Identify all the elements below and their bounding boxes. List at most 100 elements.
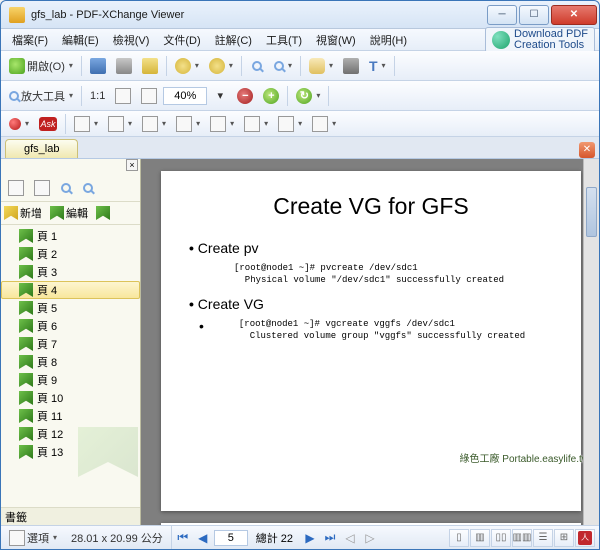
zoom-dd[interactable]: ▾: [209, 85, 231, 107]
last-page-button[interactable]: ⏭: [321, 529, 339, 547]
menu-help[interactable]: 說明(H): [363, 30, 414, 50]
forward-button[interactable]: ▷: [361, 529, 379, 547]
annot-6[interactable]: [240, 113, 272, 135]
annot-3[interactable]: [138, 113, 170, 135]
select-text-button[interactable]: T: [365, 55, 390, 77]
zoom-in-button[interactable]: +: [259, 85, 283, 107]
bookmark-list: 頁 1頁 2頁 3頁 4頁 5頁 6頁 7頁 8頁 9頁 10頁 11頁 12頁…: [1, 225, 140, 507]
bookmark-item[interactable]: 頁 5: [1, 299, 140, 317]
bookmark-goto-icon: [96, 206, 110, 220]
document-view[interactable]: Create VG for GFS Create pv [root@node1 …: [141, 159, 599, 525]
menu-document[interactable]: 文件(D): [156, 30, 207, 50]
bm-search-icon-2: [83, 183, 93, 193]
zoom-value-input[interactable]: [163, 87, 207, 105]
menu-comment[interactable]: 註解(C): [208, 30, 259, 50]
search-dd-button[interactable]: [270, 55, 296, 77]
next-page-button[interactable]: ▶: [301, 529, 319, 547]
redo-button[interactable]: [205, 55, 237, 77]
layout-facing-button[interactable]: ▯▯: [491, 529, 511, 547]
app-icon: [9, 7, 25, 23]
bullet-1: Create pv: [189, 240, 553, 256]
save-button[interactable]: [86, 55, 110, 77]
page-total-label: 總計 22: [250, 530, 299, 546]
find-button[interactable]: [246, 55, 268, 77]
bm-tool-4[interactable]: [78, 178, 98, 198]
text-icon: T: [369, 58, 378, 74]
back-button[interactable]: ◁: [341, 529, 359, 547]
bookmark-item[interactable]: 頁 2: [1, 245, 140, 263]
annot-5[interactable]: [206, 113, 238, 135]
close-button[interactable]: ✕: [551, 5, 597, 25]
page-number-input[interactable]: [214, 530, 248, 546]
annot-4[interactable]: [172, 113, 204, 135]
vertical-scrollbar[interactable]: [583, 159, 599, 525]
download-tools-badge[interactable]: Download PDF Creation Tools: [485, 27, 595, 53]
bookmark-item[interactable]: 頁 4: [1, 281, 140, 299]
bookmark-item[interactable]: 頁 3: [1, 263, 140, 281]
zoom-tool-label: 放大工具: [21, 88, 65, 104]
command-2: [root@node1 ~]# vgcreate vggfs /dev/sdc1…: [239, 318, 525, 342]
menu-tool[interactable]: 工具(T): [259, 30, 309, 50]
bookmark-icon: [19, 445, 33, 459]
options-button[interactable]: 選項: [5, 527, 61, 549]
add-bookmark-button[interactable]: 新增: [4, 205, 42, 221]
minimize-button[interactable]: ─: [487, 5, 517, 25]
bm-tool-2[interactable]: [30, 178, 54, 198]
zoom-out-button[interactable]: −: [233, 85, 257, 107]
bookmark-item[interactable]: 頁 6: [1, 317, 140, 335]
zoom-tool-button[interactable]: 放大工具: [5, 85, 77, 107]
rotate-icon: ↻: [296, 88, 312, 104]
goto-bookmark-button[interactable]: [96, 205, 110, 221]
command-1: [root@node1 ~]# pvcreate /dev/sdc1 Physi…: [234, 262, 553, 286]
download-tools-label: Download PDF Creation Tools: [514, 29, 588, 51]
annot-8[interactable]: [308, 113, 340, 135]
menu-file[interactable]: 檔案(F): [5, 30, 55, 50]
annot-1[interactable]: [70, 113, 102, 135]
annot-7[interactable]: [274, 113, 306, 135]
bookmark-item[interactable]: 頁 11: [1, 407, 140, 425]
layout-cont-button[interactable]: ▥: [470, 529, 490, 547]
maximize-button[interactable]: ☐: [519, 5, 549, 25]
edit-bookmark-button[interactable]: 編輯: [50, 205, 88, 221]
hand-tool-button[interactable]: [305, 55, 337, 77]
layout-cont-facing-button[interactable]: ▥▥: [512, 529, 532, 547]
bookmark-item[interactable]: 頁 8: [1, 353, 140, 371]
bookmark-item[interactable]: 頁 7: [1, 335, 140, 353]
open-button[interactable]: 開啟(O): [5, 55, 77, 77]
close-tab-button[interactable]: ✕: [579, 142, 595, 158]
ask-button[interactable]: Ask: [35, 113, 61, 135]
layout-6-button[interactable]: ⊞: [554, 529, 574, 547]
print-button[interactable]: [112, 55, 136, 77]
close-panel-button[interactable]: ×: [126, 159, 138, 171]
rotate-button[interactable]: ↻: [292, 85, 324, 107]
fit-width-button[interactable]: [137, 85, 161, 107]
bookmark-item[interactable]: 頁 9: [1, 371, 140, 389]
scrollbar-thumb[interactable]: [586, 187, 597, 237]
bookmark-item[interactable]: 頁 1: [1, 227, 140, 245]
actual-size-button[interactable]: 1:1: [86, 85, 109, 107]
layout-5-button[interactable]: ☰: [533, 529, 553, 547]
menu-window[interactable]: 視窗(W): [309, 30, 363, 50]
document-tab[interactable]: gfs_lab: [5, 139, 78, 158]
annot-2[interactable]: [104, 113, 136, 135]
bm-tool-1[interactable]: [4, 178, 28, 198]
annot-icon-7: [278, 116, 294, 132]
red-dot-button[interactable]: [5, 113, 33, 135]
pdf-badge-button[interactable]: 人: [575, 529, 595, 547]
fit-page-button[interactable]: [111, 85, 135, 107]
snapshot-button[interactable]: [339, 55, 363, 77]
first-page-button[interactable]: ⏮: [174, 529, 192, 547]
bookmark-label: 頁 1: [37, 228, 57, 244]
bookmark-item[interactable]: 頁 10: [1, 389, 140, 407]
bookmark-icon: [19, 409, 33, 423]
bookmark-label: 頁 7: [37, 336, 57, 352]
panel-footer[interactable]: 書籤: [1, 507, 140, 525]
email-button[interactable]: [138, 55, 162, 77]
bookmark-icon: [19, 319, 33, 333]
menu-edit[interactable]: 編輯(E): [55, 30, 106, 50]
undo-button[interactable]: [171, 55, 203, 77]
bm-tool-3[interactable]: [56, 178, 76, 198]
prev-page-button[interactable]: ◀: [194, 529, 212, 547]
layout-single-button[interactable]: ▯: [449, 529, 469, 547]
menu-view[interactable]: 檢視(V): [106, 30, 157, 50]
